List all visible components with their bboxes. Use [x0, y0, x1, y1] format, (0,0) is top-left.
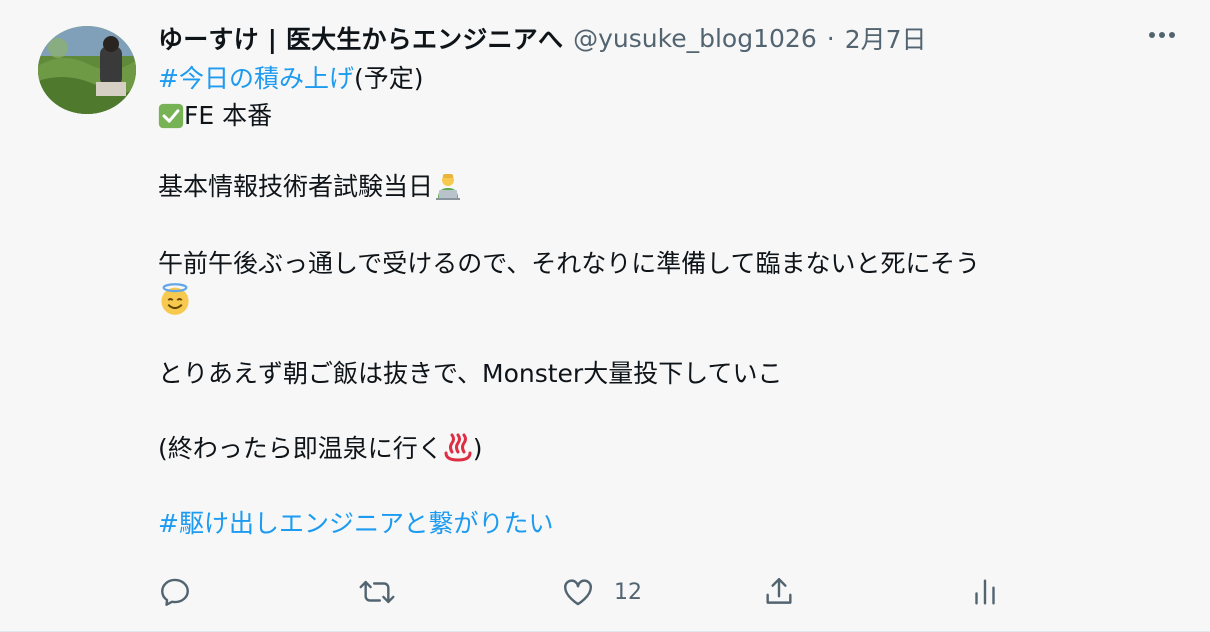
more-icon[interactable] — [1142, 20, 1182, 50]
like-button[interactable]: 12 — [560, 570, 642, 614]
heart-icon — [564, 579, 592, 606]
avatar[interactable] — [38, 26, 136, 114]
check-mark-button-icon — [158, 103, 184, 129]
hashtag-link[interactable]: #今日の積み上げ — [158, 64, 354, 93]
hashtag-suffix-text: (予定) — [353, 64, 424, 93]
onsen-close-paren: ) — [472, 434, 483, 463]
tweet-body: #今日の積み上げ(予定) FE 本番 基本情報技術者試験当日 午前午後ぶっ通しで… — [158, 60, 1170, 542]
author-display-name[interactable]: ゆーすけ | 医大生からエンジニアへ — [158, 20, 563, 56]
retweet-button[interactable] — [358, 570, 396, 614]
onsen-text: (終わったら即温泉に行く — [158, 434, 443, 463]
tweet-date[interactable]: 2月7日 — [845, 20, 927, 56]
hot-springs-icon — [444, 433, 472, 462]
retweet-icon — [359, 580, 395, 604]
author-handle[interactable]: @yusuke_blog1026 — [573, 24, 817, 53]
like-count: 12 — [614, 579, 642, 605]
check-line-text: FE 本番 — [184, 101, 273, 130]
technologist-icon — [436, 174, 461, 200]
smiling-face-with-halo-icon — [161, 283, 189, 315]
action-bar: 12 — [158, 570, 1018, 614]
analytics-button[interactable] — [968, 570, 1002, 614]
plan-text: 午前午後ぶっ通しで受けるので、それなりに準備して臨まないと死にそう — [158, 249, 981, 278]
tweet-header: ゆーすけ | 医大生からエンジニアへ @yusuke_blog1026 · 2月… — [158, 18, 1170, 58]
separator-dot: · — [826, 23, 835, 53]
hashtag-link[interactable]: #駆け出しエンジニアと繋がりたい — [158, 509, 553, 538]
share-button[interactable] — [762, 570, 796, 614]
analytics-icon — [975, 579, 995, 605]
tweet: ゆーすけ | 医大生からエンジニアへ @yusuke_blog1026 · 2月… — [0, 0, 1210, 632]
reply-icon — [161, 578, 189, 606]
breakfast-text: とりあえず朝ご飯は抜きで、Monster大量投下していこ — [158, 359, 783, 388]
share-icon — [766, 578, 792, 604]
reply-button[interactable] — [158, 570, 192, 614]
exam-text: 基本情報技術者試験当日 — [158, 172, 434, 201]
